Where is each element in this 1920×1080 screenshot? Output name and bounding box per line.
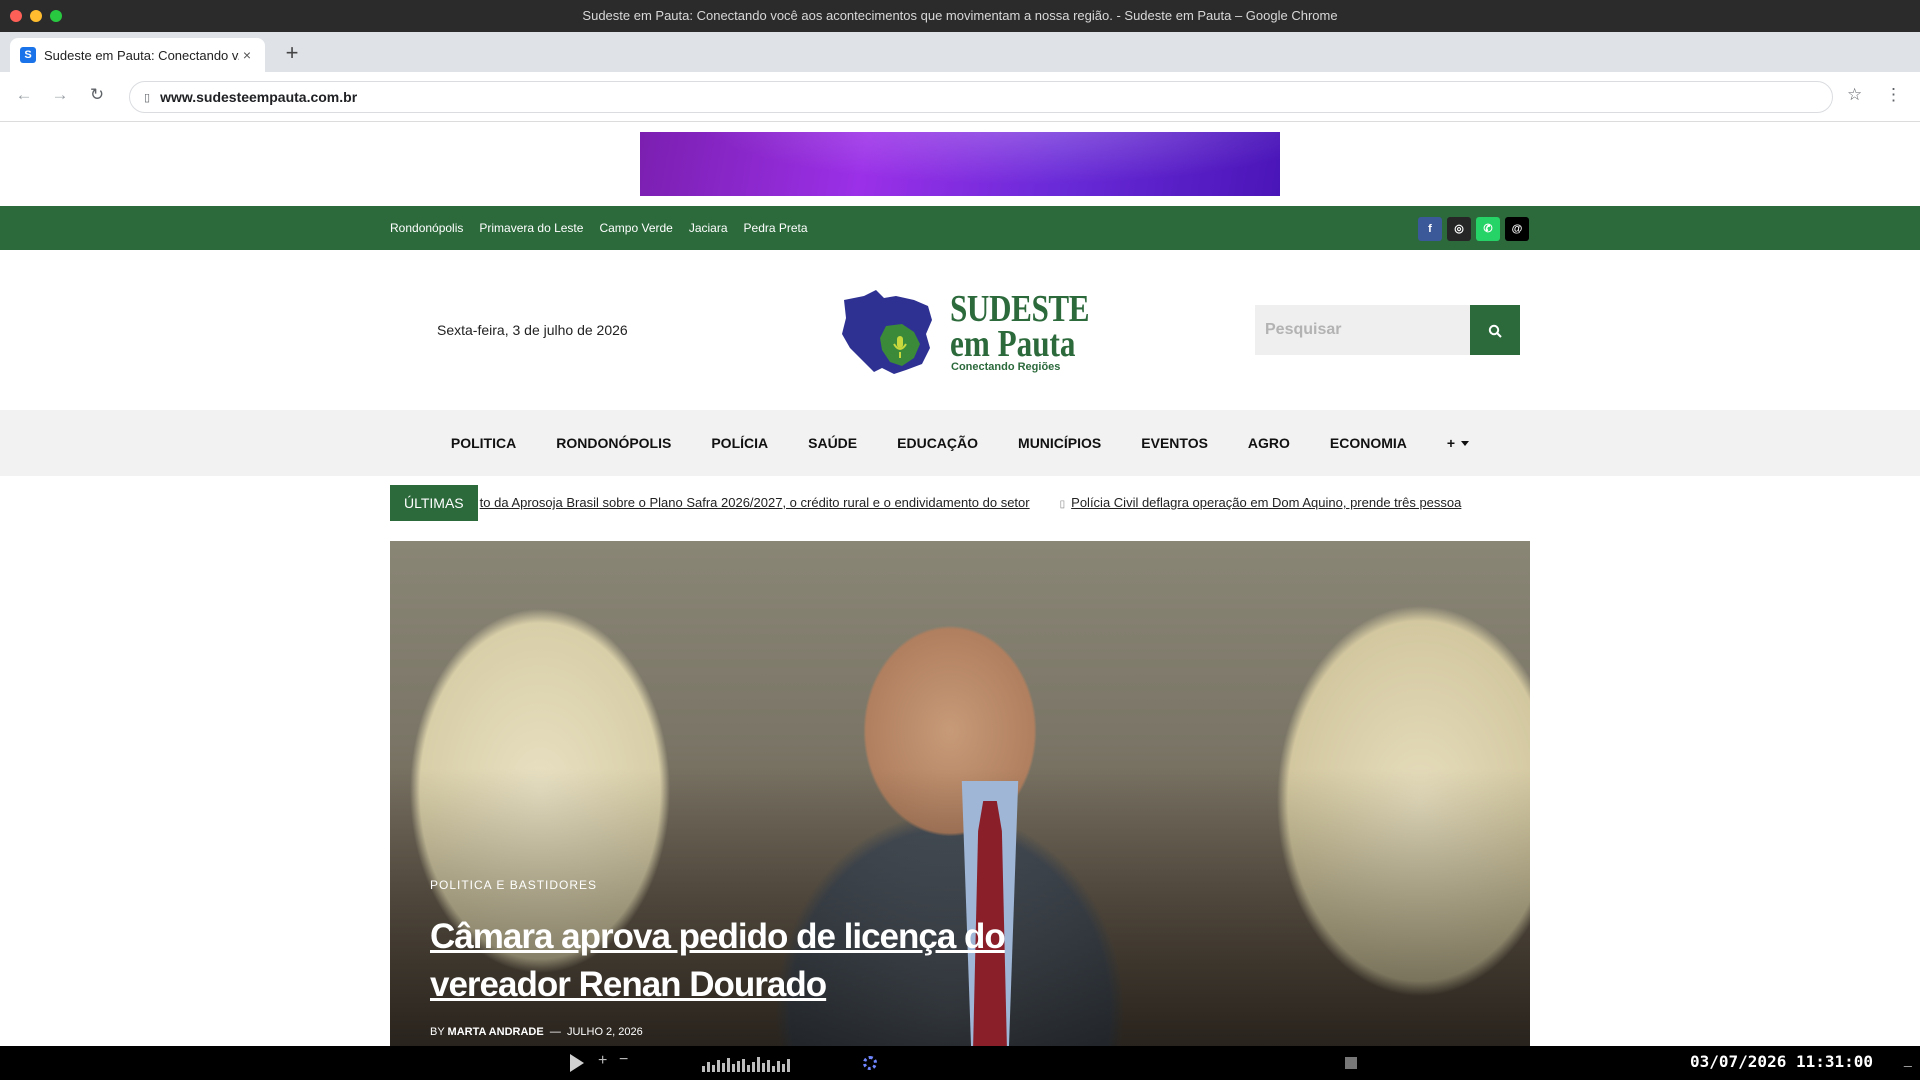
nav-item-policia[interactable]: POLÍCIA (691, 435, 788, 451)
byline-label: BY (430, 1026, 445, 1038)
city-links: Rondonópolis Primavera do Leste Campo Ve… (390, 206, 808, 250)
hero-article[interactable]: POLITICA E BASTIDORES Câmara aprova pedi… (390, 541, 1530, 1046)
logo-title-line2: em Pauta (950, 323, 1076, 365)
address-bar[interactable]: ▯ www.sudesteempauta.com.br (129, 81, 1833, 113)
back-arrow-icon[interactable]: ← (12, 85, 36, 105)
article-category[interactable]: POLITICA E BASTIDORES (430, 878, 597, 892)
new-tab-button[interactable]: + (280, 40, 304, 66)
city-link-pedra-preta[interactable]: Pedra Preta (744, 221, 808, 235)
site-favicon-icon: S (20, 47, 36, 63)
window-titlebar: Sudeste em Pauta: Conectando você aos ac… (0, 0, 1920, 32)
logo-tagline: Conectando Regiões (951, 361, 1061, 373)
site-header: Sexta-feira, 3 de julho de 2026 SUDESTE … (0, 250, 1920, 410)
city-topbar: Rondonópolis Primavera do Leste Campo Ve… (0, 206, 1920, 250)
nav-item-agro[interactable]: AGRO (1228, 435, 1310, 451)
nav-item-rondonopolis[interactable]: RONDONÓPOLIS (536, 435, 691, 451)
ad-banner[interactable] (640, 132, 1280, 196)
ticker-item[interactable]: to da Aprosoja Brasil sobre o Plano Safr… (480, 485, 1030, 521)
ticker-track: to da Aprosoja Brasil sobre o Plano Safr… (478, 485, 1530, 521)
window-icon[interactable] (1345, 1057, 1357, 1069)
nav-item-saude[interactable]: SAÚDE (788, 435, 877, 451)
news-ticker: ÚLTIMAS to da Aprosoja Brasil sobre o Pl… (390, 485, 1530, 521)
main-navigation: POLITICA RONDONÓPOLIS POLÍCIA SAÚDE EDUC… (0, 410, 1920, 476)
article-meta: BY MARTA ANDRADE — JULHO 2, 2026 (430, 1026, 643, 1038)
city-link-jaciara[interactable]: Jaciara (689, 221, 728, 235)
ticker-label: ÚLTIMAS (390, 485, 478, 521)
search-input[interactable] (1255, 305, 1470, 355)
nav-more-menu[interactable]: + (1427, 435, 1489, 451)
nav-item-eventos[interactable]: EVENTOS (1121, 435, 1228, 451)
threads-icon[interactable]: @ (1505, 217, 1529, 241)
facebook-icon[interactable]: f (1418, 217, 1442, 241)
chevron-down-icon (1461, 440, 1470, 446)
article-date: JULHO 2, 2026 (566, 1026, 643, 1038)
city-link-campo-verde[interactable]: Campo Verde (599, 221, 672, 235)
nav-item-municipios[interactable]: MUNICÍPIOS (998, 435, 1121, 451)
current-date: Sexta-feira, 3 de julho de 2026 (437, 322, 628, 338)
system-taskbar: + − 03/07/2026 11:31:00 _ (0, 1046, 1920, 1080)
search-button[interactable] (1470, 305, 1520, 355)
audio-levels-icon (702, 1056, 790, 1072)
meta-separator: — (549, 1026, 561, 1038)
city-link-primavera-do-leste[interactable]: Primavera do Leste (479, 221, 583, 235)
ticker-bullet-icon: ▯ (1059, 499, 1066, 510)
ticker-item-wrapper: ▯ Polícia Civil deflagra operação em Dom … (1060, 485, 1462, 521)
loading-spinner-icon (863, 1056, 877, 1070)
nav-item-economia[interactable]: ECONOMIA (1310, 435, 1427, 451)
window-title: Sudeste em Pauta: Conectando você aos ac… (582, 8, 1338, 23)
social-links: f ◎ ✆ @ (1418, 217, 1529, 241)
browser-menu-icon[interactable]: ⋮ (1885, 85, 1902, 105)
bookmark-star-icon[interactable]: ☆ (1847, 85, 1862, 105)
forward-arrow-icon[interactable]: → (48, 85, 72, 105)
search-form (1255, 305, 1520, 355)
search-icon (1488, 325, 1502, 339)
browser-tab[interactable]: S Sudeste em Pauta: Conectando v... × (10, 38, 265, 72)
show-desktop-button[interactable]: _ (1904, 1051, 1912, 1067)
whatsapp-icon[interactable]: ✆ (1476, 217, 1500, 241)
minus-icon[interactable]: − (619, 1051, 628, 1069)
tab-close-icon[interactable]: × (239, 47, 255, 63)
instagram-icon[interactable]: ◎ (1447, 217, 1471, 241)
nav-item-politica[interactable]: POLITICA (431, 435, 536, 451)
system-clock: 03/07/2026 11:31:00 (1690, 1052, 1874, 1071)
tab-strip: S Sudeste em Pauta: Conectando v... × + (0, 32, 1920, 72)
url-text[interactable]: www.sudesteempauta.com.br (160, 89, 357, 105)
article-author[interactable]: MARTA ANDRADE (448, 1026, 544, 1038)
browser-toolbar: ← → ↻ ▯ www.sudesteempauta.com.br ☆ ⋮ (0, 72, 1920, 122)
play-icon[interactable] (570, 1054, 584, 1072)
reload-icon[interactable]: ↻ (85, 85, 109, 105)
city-link-rondonopolis[interactable]: Rondonópolis (390, 221, 463, 235)
article-title[interactable]: Câmara aprova pedido de licença do verea… (430, 913, 1050, 1009)
plus-icon[interactable]: + (598, 1052, 607, 1070)
site-info-icon[interactable]: ▯ (144, 91, 150, 104)
nav-item-educacao[interactable]: EDUCAÇÃO (877, 435, 998, 451)
ticker-item[interactable]: Polícia Civil deflagra operação em Dom A… (1071, 495, 1461, 510)
tab-title: Sudeste em Pauta: Conectando v... (44, 47, 239, 63)
nav-more-label: + (1446, 435, 1456, 451)
